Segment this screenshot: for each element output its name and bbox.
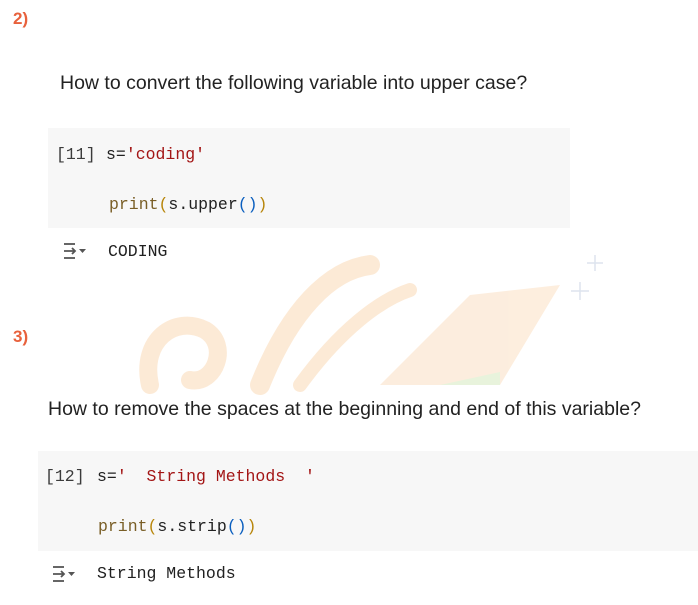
cell-prompt: [12] [45,467,85,486]
code-line-2: print(s.strip()) [98,517,257,536]
question-2-text: How to convert the following variable in… [60,72,528,94]
code-line-1: s=' String Methods ' [97,467,315,486]
question-number-2: 2) [13,9,29,28]
output-toggle-icon[interactable] [51,563,79,587]
code-cell-12[interactable]: [12] s=' String Methods ' print(s.strip(… [38,451,698,551]
code-line-1: s='coding' [106,145,206,164]
code-line-2: print(s.upper()) [109,195,268,214]
question-3-text: How to remove the spaces at the beginnin… [48,398,641,420]
output-toggle-icon[interactable] [62,240,90,264]
question-number-3: 3) [13,327,29,346]
output-text: String Methods [97,564,236,583]
output-text: CODING [108,242,168,261]
cell-prompt: [11] [56,145,96,164]
code-cell-11[interactable]: [11] s='coding' print(s.upper()) [48,128,570,228]
